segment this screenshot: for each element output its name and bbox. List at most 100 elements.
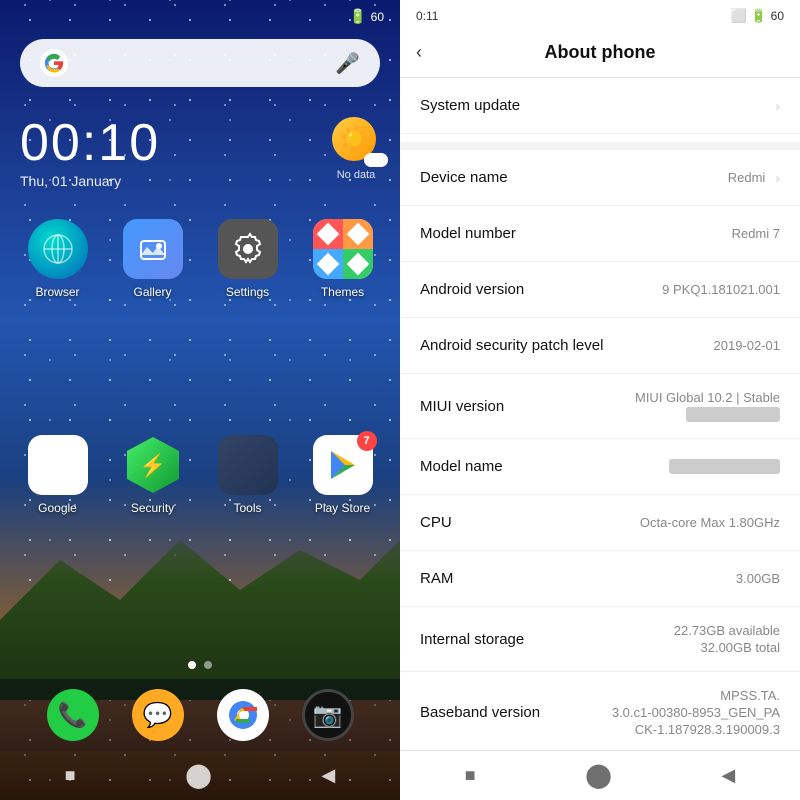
right-header: ‹ About phone — [400, 28, 800, 78]
app-item-gallery[interactable]: Gallery — [110, 219, 195, 415]
left-panel: 🔋 60 🎤 00:10 Thu, 01 January ☀️ No data — [0, 0, 400, 800]
search-bar[interactable]: 🎤 — [20, 39, 380, 87]
battery-level: 60 — [371, 10, 384, 24]
security-label: Security — [131, 501, 174, 515]
right-nav-square[interactable]: ■ — [465, 765, 476, 786]
clock-area: 00:10 Thu, 01 January ☀️ No data — [0, 97, 400, 199]
camera-dock-icon[interactable]: 📷 — [302, 689, 354, 741]
themes-icon — [313, 219, 373, 279]
model-number-value: Redmi 7 — [732, 226, 780, 241]
system-update-label: System update — [420, 97, 771, 114]
miui-version-label: MIUI version — [420, 398, 635, 415]
model-number-label: Model number — [420, 225, 732, 242]
mic-icon[interactable]: 🎤 — [335, 51, 360, 76]
ram-label: RAM — [420, 570, 736, 587]
cpu-label: CPU — [420, 514, 640, 531]
app-item-settings[interactable]: Settings — [205, 219, 290, 415]
baseband-row[interactable]: Baseband version MPSS.TA. 3.0.c1-00380-8… — [400, 672, 800, 750]
security-patch-value: 2019-02-01 — [714, 338, 781, 353]
weather-cloud — [364, 153, 388, 167]
baseband-value: MPSS.TA. 3.0.c1-00380-8953_GEN_PA CK-1.1… — [612, 688, 780, 737]
playstore-icon: 7 — [313, 435, 373, 495]
security-icon: ⚡ — [123, 435, 183, 495]
google-icon — [28, 435, 88, 495]
app-item-google[interactable]: Google — [15, 435, 100, 631]
system-update-value: › — [771, 98, 780, 114]
playstore-badge: 7 — [357, 431, 377, 451]
tools-icon — [218, 435, 278, 495]
model-name-value: ████████████ — [669, 459, 780, 474]
dot-2 — [204, 661, 212, 669]
back-button[interactable]: ‹ — [416, 42, 422, 63]
left-nav-bar: ■ ⬤ ◀ — [0, 751, 400, 800]
system-update-row[interactable]: System update › — [400, 78, 800, 134]
right-battery-level: 60 — [771, 9, 784, 23]
gallery-icon — [123, 219, 183, 279]
app-grid: Browser Gallery Settings — [0, 199, 400, 651]
tools-label: Tools — [233, 501, 261, 515]
security-patch-label: Android security patch level — [420, 337, 714, 354]
left-status-bar: 🔋 60 — [0, 0, 400, 29]
battery-icon: 🔋 — [349, 8, 366, 25]
dot-1 — [188, 661, 196, 669]
storage-label: Internal storage — [420, 631, 674, 648]
google-label: Google — [38, 501, 77, 515]
device-name-row[interactable]: Device name Redmi › — [400, 150, 800, 206]
app-item-playstore[interactable]: 7 Play Store — [300, 435, 385, 631]
system-update-chevron: › — [775, 98, 780, 114]
app-item-security[interactable]: ⚡ Security — [110, 435, 195, 631]
android-version-row[interactable]: Android version 9 PKQ1.181021.001 — [400, 262, 800, 318]
security-patch-row[interactable]: Android security patch level 2019-02-01 — [400, 318, 800, 374]
settings-icon — [218, 219, 278, 279]
weather-widget: ☀️ No data — [332, 117, 380, 181]
playstore-label: Play Store — [315, 501, 370, 515]
chrome-dock-icon[interactable] — [217, 689, 269, 741]
android-version-label: Android version — [420, 281, 662, 298]
cpu-value: Octa-core Max 1.80GHz — [640, 515, 780, 530]
ram-value: 3.00GB — [736, 571, 780, 586]
settings-list: System update › Device name Redmi › Mode… — [400, 78, 800, 750]
app-item-tools[interactable]: Tools — [205, 435, 290, 631]
device-name-label: Device name — [420, 169, 728, 186]
messages-dock-icon[interactable]: 💬 — [132, 689, 184, 741]
cpu-row[interactable]: CPU Octa-core Max 1.80GHz — [400, 495, 800, 551]
bottom-dock: 📞 💬 📷 — [0, 679, 400, 751]
left-nav-square[interactable]: ■ — [65, 765, 76, 786]
phone-dock-icon[interactable]: 📞 — [47, 689, 99, 741]
themes-label: Themes — [321, 285, 364, 299]
browser-label: Browser — [35, 285, 79, 299]
app-item-themes[interactable]: Themes — [300, 219, 385, 415]
miui-version-value: MIUI Global 10.2 | Stable ████████████ — [635, 390, 780, 422]
right-nav-bar: ■ ⬤ ◀ — [400, 750, 800, 800]
clock-time: 00:10 — [20, 117, 160, 169]
clock-date: Thu, 01 January — [20, 173, 160, 189]
google-logo — [40, 49, 68, 77]
android-version-value: 9 PKQ1.181021.001 — [662, 282, 780, 297]
settings-label: Settings — [226, 285, 269, 299]
model-name-label: Model name — [420, 458, 669, 475]
svg-text:⚡: ⚡ — [139, 453, 166, 479]
weather-label: No data — [337, 169, 376, 181]
clock-display: 00:10 Thu, 01 January — [20, 117, 160, 189]
right-status-bar: 0:11 ⬜ 🔋 60 — [400, 0, 800, 28]
right-nav-triangle[interactable]: ◀ — [721, 765, 735, 786]
device-name-value: Redmi › — [728, 170, 780, 186]
right-nav-circle[interactable]: ⬤ — [585, 761, 612, 790]
model-name-row[interactable]: Model name ████████████ — [400, 439, 800, 495]
right-status-time: 0:11 — [416, 9, 438, 23]
divider — [400, 142, 800, 150]
device-name-chevron: › — [775, 170, 780, 186]
model-number-row[interactable]: Model number Redmi 7 — [400, 206, 800, 262]
browser-icon — [28, 219, 88, 279]
right-battery-indicator: ⬜ 🔋 — [731, 8, 767, 24]
miui-version-row[interactable]: MIUI version MIUI Global 10.2 | Stable █… — [400, 374, 800, 439]
app-item-browser[interactable]: Browser — [15, 219, 100, 415]
left-nav-triangle[interactable]: ◀ — [321, 765, 335, 786]
ram-row[interactable]: RAM 3.00GB — [400, 551, 800, 607]
page-dots — [0, 651, 400, 679]
left-nav-circle[interactable]: ⬤ — [185, 761, 212, 790]
gallery-label: Gallery — [133, 285, 171, 299]
storage-row[interactable]: Internal storage 22.73GB available 32.00… — [400, 607, 800, 672]
storage-value: 22.73GB available 32.00GB total — [674, 623, 780, 655]
baseband-label: Baseband version — [420, 704, 612, 721]
